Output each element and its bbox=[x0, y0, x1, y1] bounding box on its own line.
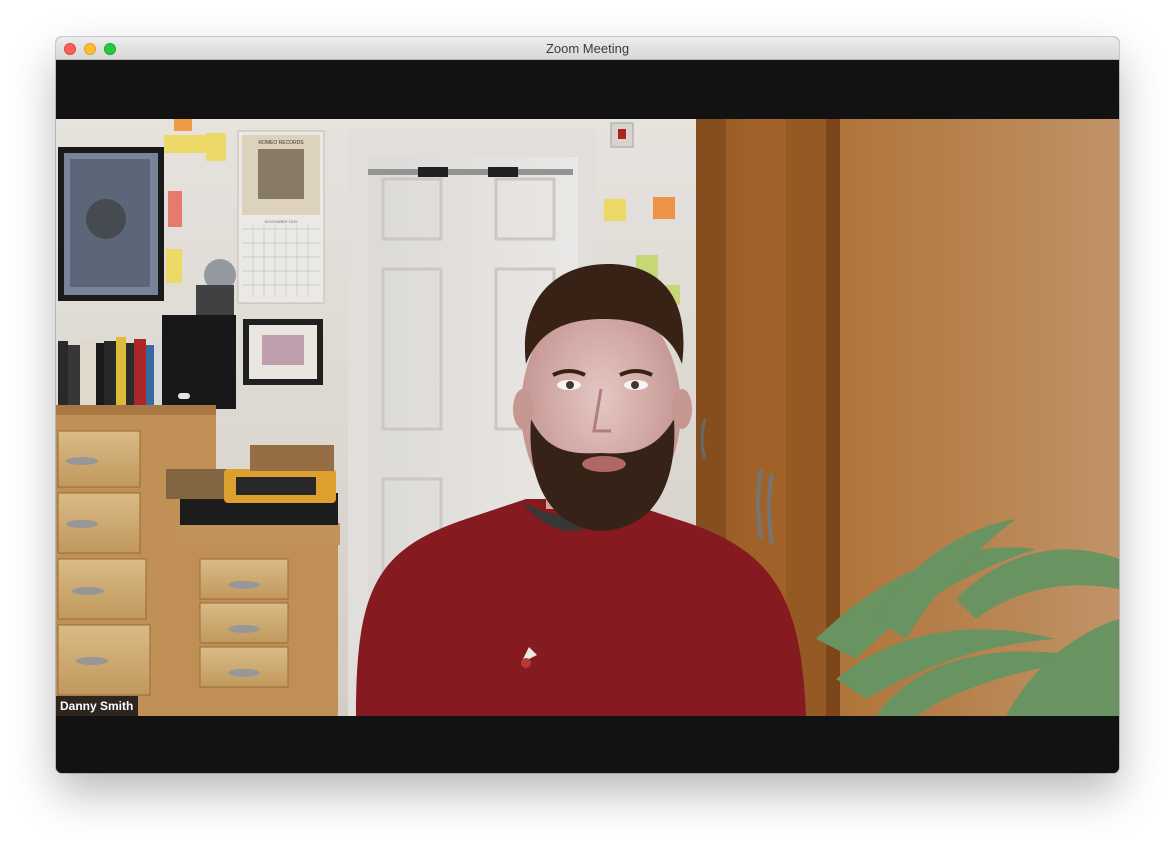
window-title: Zoom Meeting bbox=[545, 41, 630, 56]
participant-name-label: Danny Smith bbox=[56, 696, 139, 716]
video-frame: ROMEO RECORDS NOVEMBER 2019 bbox=[56, 119, 1119, 716]
title-bar[interactable]: Zoom Meeting bbox=[56, 37, 1119, 60]
meeting-content: ROMEO RECORDS NOVEMBER 2019 Danny Smith bbox=[56, 60, 1119, 773]
participant-video[interactable]: ROMEO RECORDS NOVEMBER 2019 Danny Smith bbox=[56, 119, 1119, 716]
zoom-meeting-window: Zoom Meeting ROMEO RECORDS NOVEMBER 2019… bbox=[56, 37, 1119, 773]
